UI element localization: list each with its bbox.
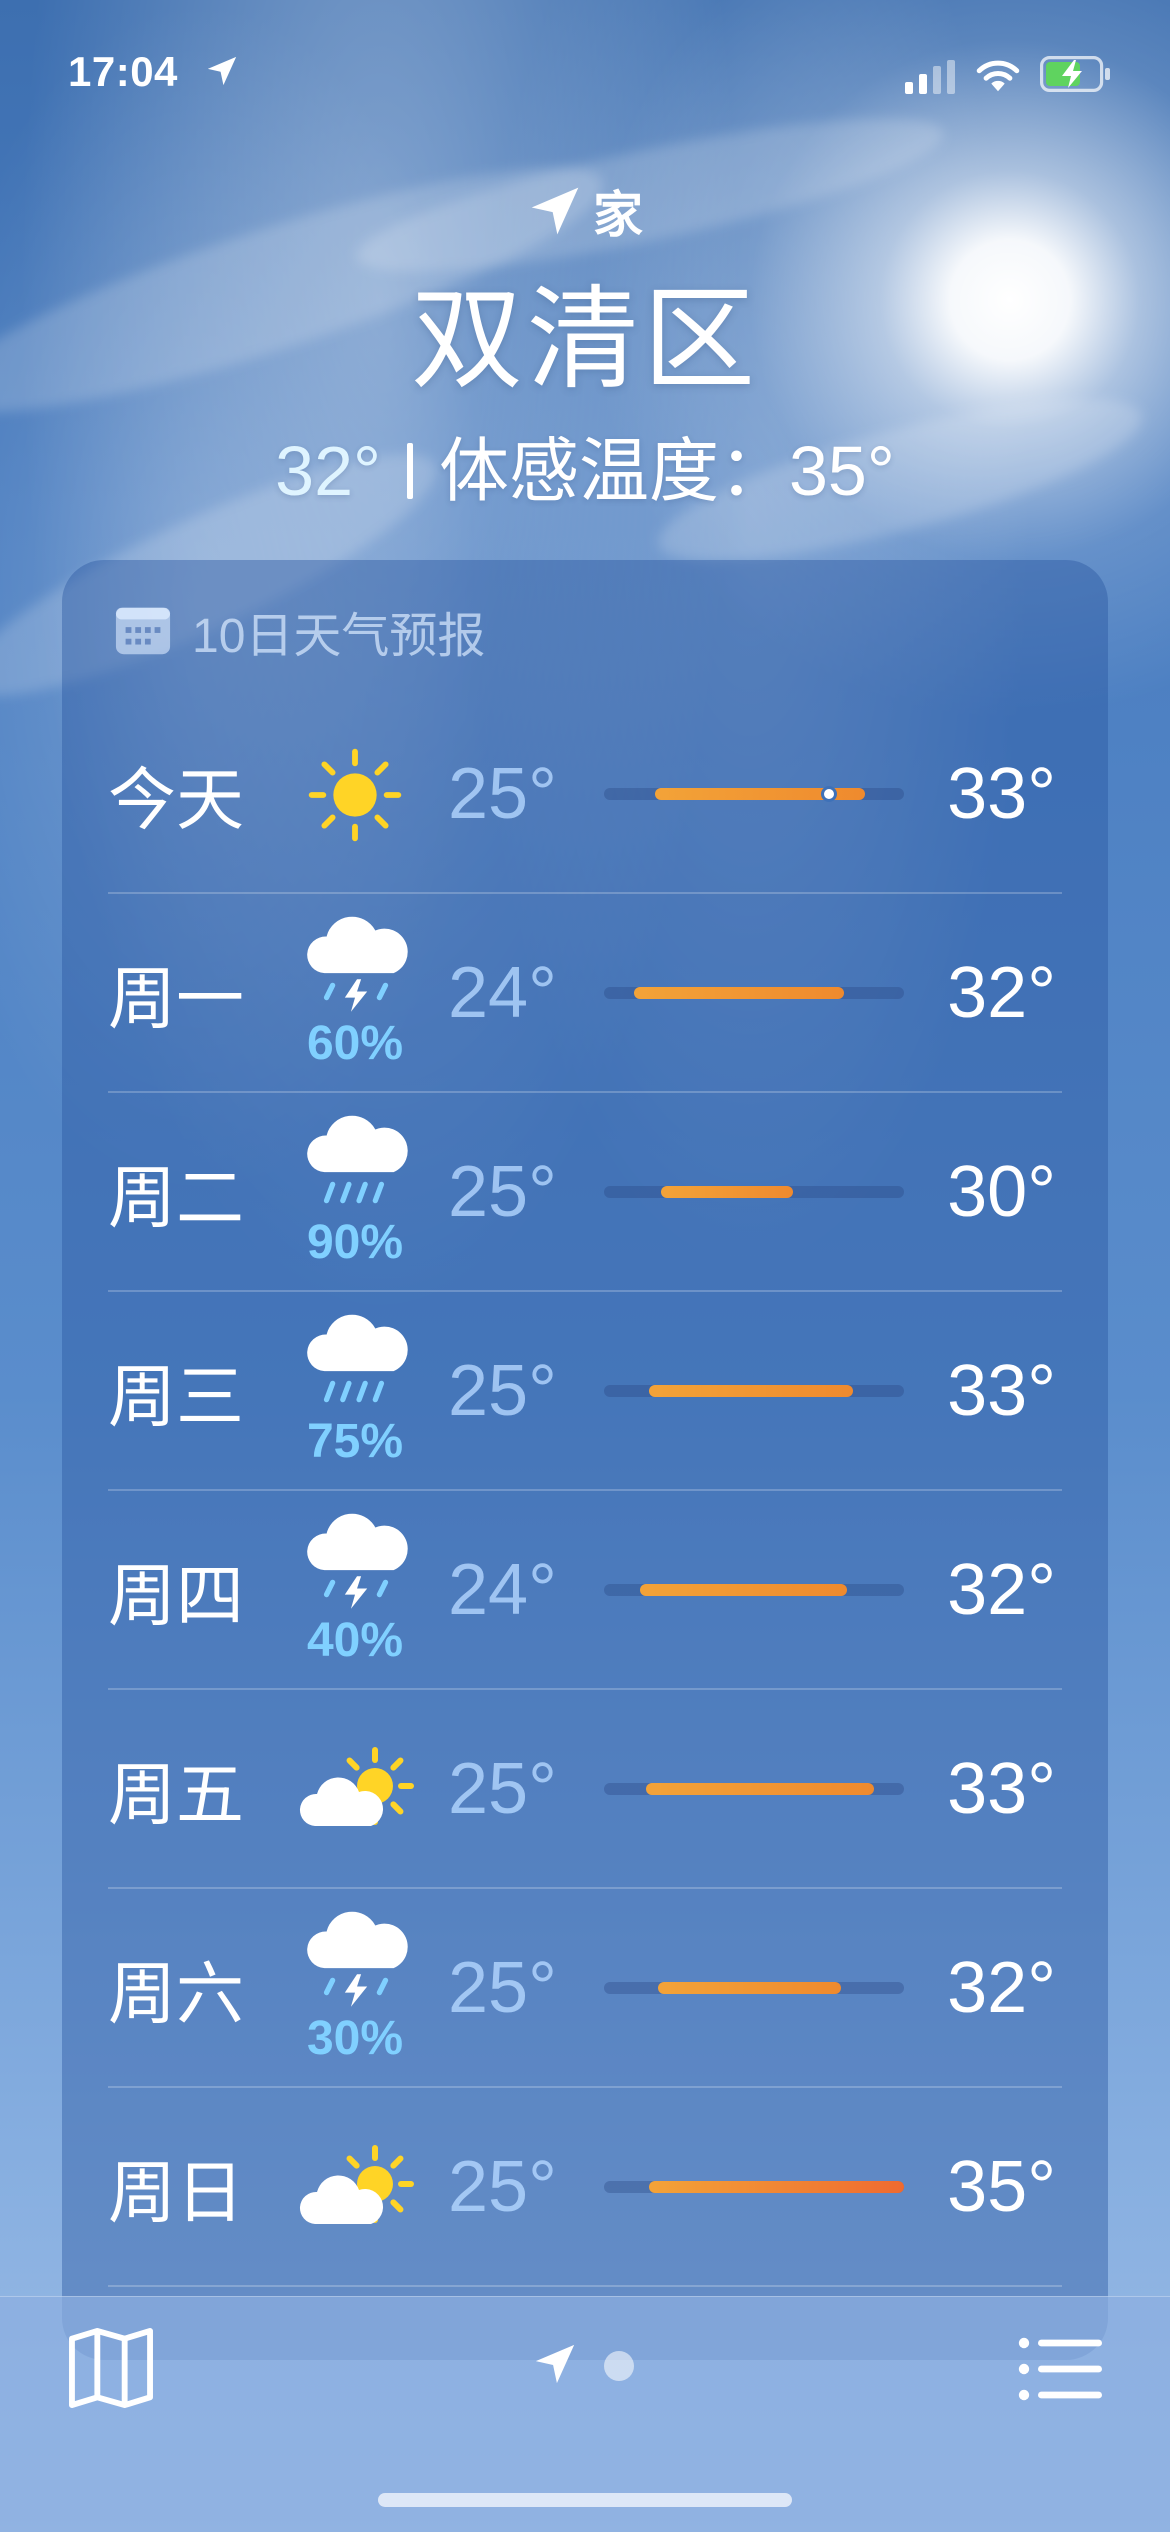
high-temperature: 33° (947, 1350, 1056, 1431)
status-bar: 17:04 (0, 0, 1170, 150)
current-temperature-dot (821, 785, 837, 802)
forecast-day-label: 周日 (108, 2155, 245, 2231)
forecast-row[interactable]: 周日 25° 35° (108, 2088, 1062, 2287)
temperature-range-bar (604, 986, 904, 999)
city-name: 双清区 (411, 277, 759, 402)
forecast-row[interactable]: 周六 30% 25° 32° (108, 1889, 1062, 2088)
list-icon[interactable] (1018, 2337, 1102, 2401)
precipitation-chance: 40% (306, 1614, 404, 1667)
low-temperature: 25° (448, 753, 557, 834)
forecast-row[interactable]: 周五 25° 33° (108, 1690, 1062, 1889)
precipitation-chance: 90% (306, 1216, 404, 1269)
bottom-toolbar (0, 2296, 1170, 2532)
forecast-row[interactable]: 周二 90% 25° 30° (108, 1093, 1062, 1292)
temperature-line: 32° 体感温度：35° (0, 415, 1170, 516)
forecast-card-header: 10日天气预报 (114, 596, 485, 666)
temperature-range-fill (658, 1981, 841, 1994)
status-time: 17:04 (68, 48, 178, 95)
forecast-day-label: 周一 (108, 961, 245, 1037)
location-services-icon (207, 56, 237, 86)
rain-icon (307, 1314, 408, 1403)
low-temperature: 25° (448, 1350, 557, 1431)
map-icon[interactable] (68, 2327, 154, 2409)
high-temperature: 32° (947, 1947, 1056, 2028)
location-arrow-icon (531, 187, 579, 235)
low-temperature: 24° (448, 1549, 557, 1630)
condition-cell: 90% (294, 1093, 416, 1292)
precipitation-chance: 60% (306, 1017, 404, 1070)
home-location-line: 家 (0, 175, 1170, 247)
forecast-day-label: 周六 (108, 1956, 245, 2032)
low-temperature: 25° (448, 1151, 557, 1232)
low-temperature: 25° (448, 2146, 557, 2227)
home-indicator[interactable] (378, 2493, 792, 2507)
temperature-range-bar (604, 1185, 904, 1198)
forecast-row[interactable]: 周四 40% 24° 32° (108, 1491, 1062, 1690)
low-temperature: 25° (448, 1748, 557, 1829)
thunderstorm-icon (307, 916, 408, 1012)
temperature-range-fill (646, 1782, 874, 1795)
precipitation-chance: 75% (306, 1415, 404, 1468)
page-indicator-dot[interactable] (604, 2351, 634, 2381)
forecast-day-label: 周二 (108, 1160, 245, 1236)
forecast-day-label: 周三 (108, 1359, 245, 1435)
forecast-row[interactable]: 今天 25° 33° (108, 695, 1062, 894)
high-temperature: 35° (947, 2146, 1056, 2227)
location-page-indicator-icon[interactable] (532, 2341, 578, 2387)
condition-cell (294, 1690, 416, 1889)
forecast-day-label: 今天 (108, 762, 245, 838)
low-temperature: 25° (448, 1947, 557, 2028)
rain-icon (307, 1115, 408, 1204)
temperature-range-fill (649, 1384, 853, 1397)
temperature-range-fill (649, 2180, 904, 2193)
calendar-icon (115, 607, 171, 655)
ten-day-forecast-card[interactable]: 10日天气预报 今天 25° 33° 周一 60% 24° 32° 周二 90% 25° 30°… (62, 560, 1108, 2360)
thunderstorm-icon (307, 1513, 408, 1609)
forecast-row[interactable]: 周三 75% 25° 33° (108, 1292, 1062, 1491)
temperature-range-bar (604, 785, 904, 802)
sun-icon (308, 748, 402, 842)
high-temperature: 33° (947, 1748, 1056, 1829)
high-temperature: 33° (947, 753, 1056, 834)
temperature-range-fill (634, 986, 844, 999)
divider (407, 443, 413, 499)
temperature-range-bar (604, 1981, 904, 1994)
forecast-rows: 今天 25° 33° 周一 60% 24° 32° 周二 90% 25° 30° 周三 75% 25… (108, 695, 1062, 2287)
feels-like-temperature: 体感温度：35° (439, 432, 895, 510)
temperature-range-bar (604, 1782, 904, 1795)
temperature-range-bar (604, 1384, 904, 1397)
condition-cell: 60% (294, 894, 416, 1093)
home-label: 家 (593, 187, 643, 243)
current-temperature: 32° (275, 432, 381, 510)
forecast-day-label: 周四 (108, 1558, 245, 1634)
high-temperature: 32° (947, 1549, 1056, 1630)
wifi-icon (976, 60, 1020, 92)
cellular-signal-icon (905, 60, 955, 94)
condition-cell (294, 2088, 416, 2287)
temperature-range-bar (604, 2180, 904, 2193)
battery-charging-icon (1040, 56, 1110, 92)
condition-cell: 40% (294, 1491, 416, 1690)
forecast-row[interactable]: 周一 60% 24° 32° (108, 894, 1062, 1093)
condition-cell: 30% (294, 1889, 416, 2088)
temperature-range-bar (604, 1583, 904, 1596)
temperature-range-fill (640, 1583, 847, 1596)
forecast-title: 10日天气预报 (192, 610, 486, 663)
condition-cell (294, 695, 416, 894)
low-temperature: 24° (448, 952, 557, 1033)
condition-cell: 75% (294, 1292, 416, 1491)
temperature-range-fill (661, 1185, 793, 1198)
partly-cloudy-icon (299, 1747, 414, 1826)
precipitation-chance: 30% (306, 2012, 404, 2065)
forecast-day-label: 周五 (108, 1757, 245, 1833)
partly-cloudy-icon (299, 2145, 414, 2224)
high-temperature: 30° (947, 1151, 1056, 1232)
thunderstorm-icon (307, 1911, 408, 2007)
location-header: 家 双清区 32° 体感温度：35° (0, 175, 1170, 516)
high-temperature: 32° (947, 952, 1056, 1033)
